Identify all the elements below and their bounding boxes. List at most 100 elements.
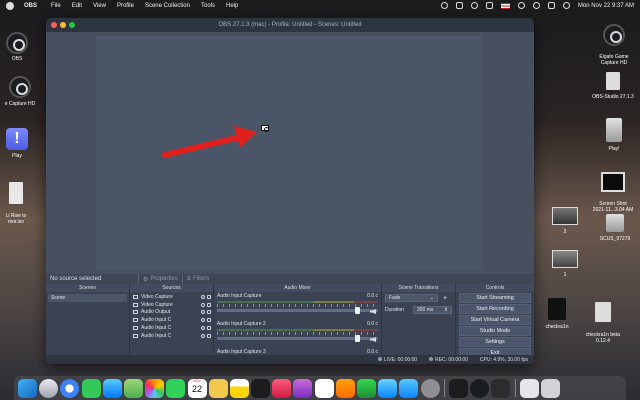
close-window-button[interactable] (51, 22, 57, 28)
eye-icon[interactable] (201, 318, 205, 323)
display-icon[interactable] (455, 2, 463, 9)
keynote-icon[interactable] (378, 378, 398, 398)
menu-help[interactable]: Help (226, 3, 238, 9)
obs-status-icon[interactable] (440, 2, 448, 9)
menu-file[interactable]: File (51, 3, 61, 9)
apple-tv-icon[interactable] (251, 378, 271, 398)
finder-icon[interactable] (18, 378, 37, 398)
contacts-icon[interactable] (208, 378, 228, 398)
desktop-scus[interactable]: SCUS_97279 (592, 214, 638, 242)
lock-icon[interactable] (207, 326, 211, 331)
numbers-icon[interactable] (357, 378, 376, 398)
desktop-folder-2[interactable]: 2 (550, 207, 580, 235)
source-row[interactable]: Audio Input C (130, 332, 213, 340)
search-icon[interactable] (532, 2, 540, 9)
trash-icon[interactable] (540, 378, 560, 398)
title-bar[interactable]: OBS 27.1.3 (mac) - Profile: Untitled - S… (46, 18, 534, 32)
filters-button[interactable]: ⧖ Filters (181, 274, 214, 284)
properties-button[interactable]: ⚙ Properties (138, 274, 182, 284)
source-row[interactable]: Audio Input C (130, 324, 213, 332)
desktop-checkra1n[interactable]: checkra1n (540, 298, 574, 330)
zoom-window-button[interactable] (69, 22, 75, 28)
source-row[interactable]: Audio Output (130, 309, 213, 317)
terminal-icon[interactable] (448, 378, 468, 398)
menu-tools[interactable]: Tools (201, 3, 215, 9)
desktop-play[interactable]: ! Play (2, 128, 32, 159)
start-streaming-button[interactable]: Start Streaming (459, 293, 531, 303)
eye-icon[interactable] (201, 294, 205, 299)
tomato-icon[interactable] (470, 2, 478, 9)
photos-icon[interactable] (145, 378, 165, 398)
safari-icon[interactable] (60, 378, 80, 398)
menu-app-obs[interactable]: OBS (24, 3, 37, 9)
system-preferences-icon[interactable] (420, 378, 440, 398)
sources-dock: Sources Video Capture Video Capture Audi… (130, 284, 214, 364)
slider-knob[interactable] (355, 335, 360, 342)
news-icon[interactable] (314, 378, 334, 398)
desktop-folder-1[interactable]: 1 (550, 250, 580, 278)
obs-window: OBS 27.1.3 (mac) - Profile: Untitled - S… (46, 18, 534, 364)
eye-icon[interactable] (201, 302, 205, 307)
mail-icon[interactable] (102, 378, 122, 398)
desktop-icon-label: e Capture HD (4, 101, 36, 107)
source-row[interactable]: Video Capture (130, 293, 213, 301)
control-center-icon[interactable] (547, 2, 555, 9)
maps-icon[interactable] (123, 378, 143, 398)
menu-profile[interactable]: Profile (117, 3, 134, 9)
clock[interactable]: Mon Nov 22 9:37 AM (578, 3, 634, 9)
music-icon[interactable] (272, 378, 292, 398)
stepper-icon[interactable]: ⇕ (444, 307, 448, 313)
source-row[interactable]: Audio Input C (130, 316, 213, 324)
studio-mode-button[interactable]: Studio Mode (459, 326, 531, 336)
settings-button[interactable]: Settings (459, 337, 531, 347)
app-store-icon[interactable] (399, 378, 419, 398)
start-recording-button[interactable]: Start Recording (459, 304, 531, 314)
desktop-obs-studio[interactable]: OBS-Studio 27.1.3 (586, 72, 640, 100)
us-flag-icon[interactable] (500, 2, 510, 9)
start-virtual-camera-button[interactable]: Start Virtual Camera (459, 315, 531, 325)
volume-slider[interactable] (217, 335, 378, 342)
desktop-capture-hd[interactable]: e Capture HD (0, 76, 40, 107)
desktop-iso[interactable]: Li Rise to mor.iso (0, 176, 32, 231)
lock-icon[interactable] (207, 318, 211, 323)
desktop-obs[interactable]: OBS (4, 32, 30, 62)
facetime-icon[interactable] (166, 378, 186, 398)
scene-item[interactable]: Scene (48, 294, 127, 302)
add-transition-button[interactable]: + (438, 295, 452, 302)
desktop-screenshot[interactable]: Screen Shot 2021-11...3.04 AM (588, 166, 638, 219)
wifi-icon[interactable] (517, 2, 525, 9)
transition-select[interactable]: Fade ⌄ (385, 294, 438, 302)
preview-area[interactable] (46, 32, 534, 274)
pages-icon[interactable] (335, 378, 355, 398)
lock-icon[interactable] (207, 310, 211, 315)
calendar-icon[interactable]: NOV 22 (187, 378, 207, 398)
launchpad-icon[interactable] (39, 378, 59, 398)
lock-icon[interactable] (207, 294, 211, 299)
menu-scene-collection[interactable]: Scene Collection (145, 3, 190, 9)
volume-slider[interactable] (217, 307, 378, 314)
duration-input[interactable]: 300 ms ⇕ (413, 306, 452, 314)
slider-knob[interactable] (355, 307, 360, 314)
menu-edit[interactable]: Edit (72, 3, 82, 9)
display-window-icon[interactable] (491, 378, 511, 398)
obs-icon[interactable] (470, 378, 490, 398)
eye-icon[interactable] (201, 333, 205, 338)
desktop-elgato[interactable]: Elgato Game Capture HD (590, 18, 638, 72)
eye-icon[interactable] (201, 310, 205, 315)
menu-view[interactable]: View (93, 3, 106, 9)
source-row[interactable]: Video Capture (130, 301, 213, 309)
preview-canvas[interactable] (96, 36, 482, 270)
desktop-play-disk[interactable]: Play! (596, 118, 632, 152)
siri-icon[interactable] (562, 2, 570, 9)
apple-icon[interactable] (6, 1, 14, 10)
notes-icon[interactable] (229, 378, 249, 398)
messages-icon[interactable] (81, 378, 101, 398)
podcasts-icon[interactable] (293, 378, 313, 398)
eye-icon[interactable] (201, 326, 205, 331)
desktop-checkra1n-beta[interactable]: checkra1n beta 0.12.4 (578, 296, 628, 350)
downloads-icon[interactable] (519, 378, 539, 398)
lock-icon[interactable] (207, 333, 211, 338)
battery-icon[interactable] (485, 2, 493, 9)
minimize-window-button[interactable] (60, 22, 66, 28)
lock-icon[interactable] (207, 302, 211, 307)
